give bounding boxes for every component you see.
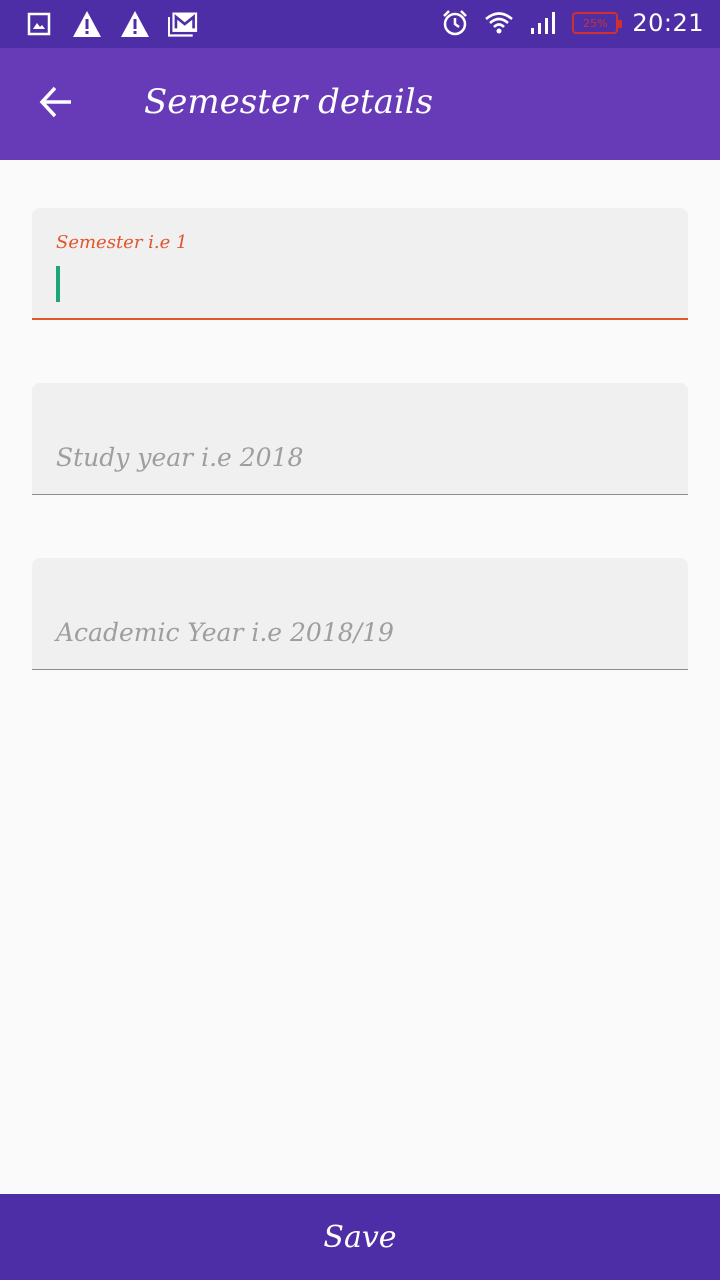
save-button-label: Save: [323, 1219, 397, 1255]
warning-icon: [120, 9, 150, 39]
battery-indicator: 25%: [572, 12, 623, 34]
semester-field-label: Semester i.e 1: [56, 232, 188, 253]
semester-field[interactable]: Semester i.e 1: [32, 208, 688, 320]
text-cursor: [56, 266, 60, 302]
signal-icon: [528, 8, 558, 38]
alarm-icon: [440, 8, 470, 38]
app-bar: Semester details: [0, 48, 720, 160]
status-bar: 25% 20:21: [0, 0, 720, 48]
arrow-left-icon: [38, 84, 74, 124]
academic-year-field[interactable]: Academic Year i.e 2018/19: [32, 558, 688, 670]
back-button[interactable]: [28, 76, 84, 132]
battery-level: 25%: [583, 16, 608, 30]
save-button[interactable]: Save: [0, 1194, 720, 1280]
study-year-placeholder: Study year i.e 2018: [56, 443, 304, 472]
gallery-icon: [24, 9, 54, 39]
system-icons: 25% 20:21: [440, 8, 704, 38]
gmail-icon: [168, 9, 198, 39]
page-title: Semester details: [144, 82, 434, 122]
academic-year-placeholder: Academic Year i.e 2018/19: [56, 618, 394, 647]
warning-icon: [72, 9, 102, 39]
study-year-field[interactable]: Study year i.e 2018: [32, 383, 688, 495]
wifi-icon: [484, 8, 514, 38]
notification-icons: [24, 9, 198, 39]
clock: 20:21: [632, 9, 704, 37]
